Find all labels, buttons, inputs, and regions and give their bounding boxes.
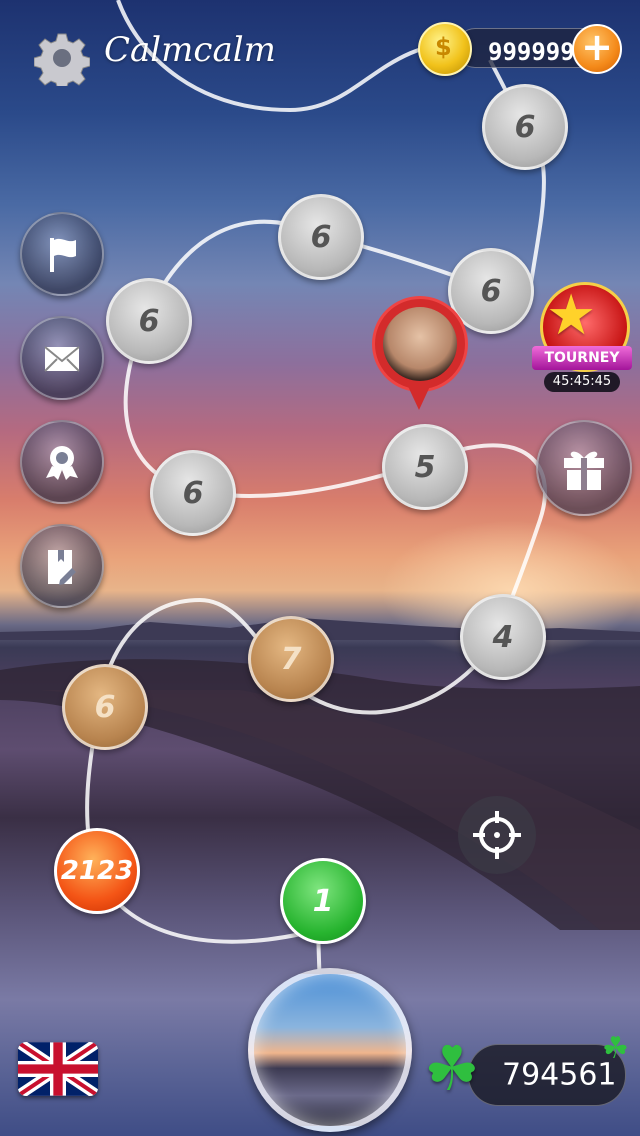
level-node[interactable]: 4 [460, 594, 546, 680]
award-ribbon-icon [46, 446, 78, 480]
coin-count: 999999 [488, 38, 575, 66]
star-icon: ★ [546, 283, 597, 348]
level-node[interactable]: 6 [278, 194, 364, 280]
settings-button[interactable] [33, 30, 91, 91]
avatar-photo [383, 307, 457, 381]
gift-icon [564, 451, 604, 490]
edit-document-icon [48, 550, 76, 585]
app-title: Calmcalm [104, 30, 276, 70]
clover-balance-panel: 794561 ☘ ☘ [424, 1034, 634, 1114]
flag-button[interactable] [20, 212, 104, 296]
coin-icon: $ [418, 22, 472, 76]
clover-count: 794561 [502, 1057, 617, 1093]
locate-button[interactable] [458, 796, 536, 874]
level-node-bronze[interactable]: 7 [248, 616, 334, 702]
level-node-bronze[interactable]: 6 [62, 664, 148, 750]
add-coins-button[interactable]: + [572, 24, 622, 74]
scene-preview-bubble[interactable] [248, 968, 412, 1132]
level-node-special[interactable]: 2123 [54, 828, 140, 914]
avatar [372, 296, 468, 392]
tourney-timer: 45:45:45 [544, 372, 620, 392]
small-clover-icon: ☘ [602, 1031, 629, 1066]
gift-button[interactable] [536, 420, 632, 516]
level-node[interactable]: 6 [150, 450, 236, 536]
clover-icon: ☘ [424, 1032, 480, 1105]
level-node-start[interactable]: 1 [280, 858, 366, 944]
player-avatar-pin[interactable] [372, 296, 472, 414]
pin-pointer-icon [406, 382, 432, 410]
gear-icon [33, 33, 91, 91]
coin-balance-panel: $ 999999 + [418, 22, 624, 76]
level-node[interactable]: 6 [106, 278, 192, 364]
level-node[interactable]: 6 [482, 84, 568, 170]
mail-button[interactable] [20, 316, 104, 400]
current-level-node[interactable]: 5 [382, 424, 468, 510]
achievements-button[interactable] [20, 420, 104, 504]
tourney-button[interactable]: ★ TOURNEY 45:45:45 [532, 282, 632, 394]
mail-icon [44, 346, 80, 372]
uk-flag-icon [18, 1042, 98, 1096]
crosshair-icon [473, 811, 521, 859]
flag-icon [50, 238, 76, 272]
language-button[interactable] [18, 1042, 98, 1096]
tourney-label: TOURNEY [532, 346, 632, 370]
notes-button[interactable] [20, 524, 104, 608]
